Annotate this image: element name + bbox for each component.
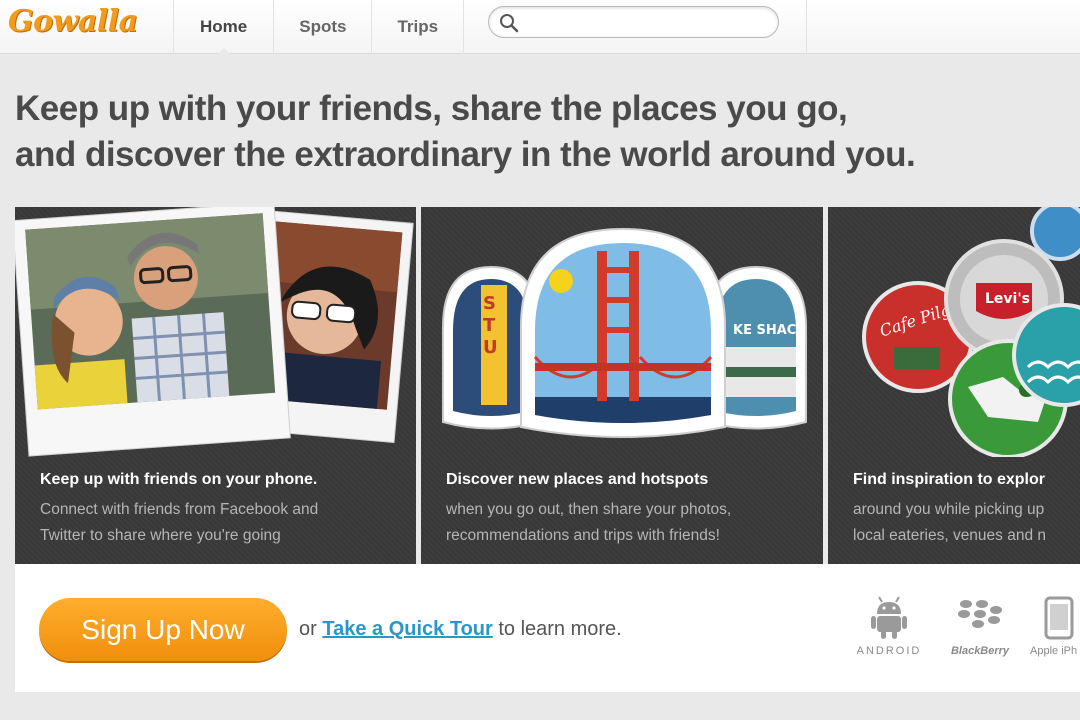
search-icon — [500, 14, 519, 33]
svg-text:S: S — [483, 293, 496, 314]
android-icon — [871, 596, 907, 639]
nav-item-spots[interactable]: Spots — [273, 0, 371, 54]
iphone-icon — [1044, 596, 1074, 640]
headline-line-2: and discover the extraordinary in the wo… — [15, 135, 916, 174]
pin-badges-illustration: Cafe Pilgrim Levi's — [862, 207, 1080, 457]
panel-title: Find inspiration to explor — [853, 471, 1045, 488]
feature-panel-pins[interactable]: Cafe Pilgrim Levi's Find inspiration to … — [828, 207, 1080, 564]
quick-tour-link[interactable]: Take a Quick Tour — [322, 618, 492, 640]
panel-desc-line: Connect with friends from Facebook and — [40, 501, 319, 518]
top-bar: Gowalla Home Spots Trips — [0, 0, 1080, 55]
platform-blackberry[interactable]: BlackBerry — [940, 596, 1020, 657]
spot-badges-illustration: S T U KE SHAC — [442, 227, 807, 438]
panel-desc-line: when you go out, then share your photos, — [446, 501, 732, 518]
panel-description: around you while picking up local eateri… — [853, 497, 1080, 549]
platform-label: Apple iPh — [1030, 645, 1078, 657]
svg-text:U: U — [483, 337, 498, 358]
panel-description: when you go out, then share your photos,… — [446, 497, 806, 549]
cta-suffix: to learn more. — [498, 618, 622, 640]
svg-text:T: T — [483, 315, 496, 336]
friends-polaroid-illustration — [15, 207, 414, 457]
panel-desc-line: Twitter to share where you're going — [40, 527, 281, 544]
page-headline: Keep up with your friends, share the pla… — [15, 86, 1065, 178]
blackberry-icon — [958, 600, 1002, 628]
search-box[interactable] — [488, 6, 779, 38]
panel-title: Discover new places and hotspots — [446, 471, 709, 488]
panel-desc-line: local eateries, venues and n — [853, 527, 1047, 544]
nav-item-home[interactable]: Home — [173, 0, 273, 55]
panel-description: Connect with friends from Facebook and T… — [40, 497, 400, 549]
headline-line-1: Keep up with your friends, share the pla… — [15, 89, 848, 128]
feature-panel-spots[interactable]: S T U KE SHAC Discover new places and ho… — [421, 207, 823, 564]
cta-bar: Sign Up Now or Take a Quick Tour to lear… — [15, 564, 1080, 692]
panel-desc-line: recommendations and trips with friends! — [446, 527, 720, 544]
tour-cta-text: or Take a Quick Tour to learn more. — [299, 618, 622, 641]
panel-desc-line: around you while picking up — [853, 501, 1045, 518]
nav-item-trips[interactable]: Trips — [371, 0, 465, 54]
search-input[interactable] — [523, 10, 768, 34]
topbar-right-area — [806, 0, 1080, 54]
gowalla-logo[interactable]: Gowalla — [8, 4, 138, 39]
svg-text:KE SHAC: KE SHAC — [733, 323, 796, 338]
svg-text:Levi's: Levi's — [985, 291, 1030, 307]
platform-label: BlackBerry — [950, 645, 1010, 657]
platform-label: ANDROID — [856, 645, 922, 657]
feature-panel-friends[interactable]: Keep up with friends on your phone. Conn… — [15, 207, 416, 564]
signup-button[interactable]: Sign Up Now — [39, 598, 287, 661]
main-nav: Home Spots Trips — [173, 0, 465, 55]
platform-android[interactable]: ANDROID — [853, 596, 925, 657]
platform-iphone[interactable]: Apple iPh — [1030, 596, 1080, 657]
cta-prefix: or — [299, 618, 317, 640]
panel-title: Keep up with friends on your phone. — [40, 471, 318, 488]
